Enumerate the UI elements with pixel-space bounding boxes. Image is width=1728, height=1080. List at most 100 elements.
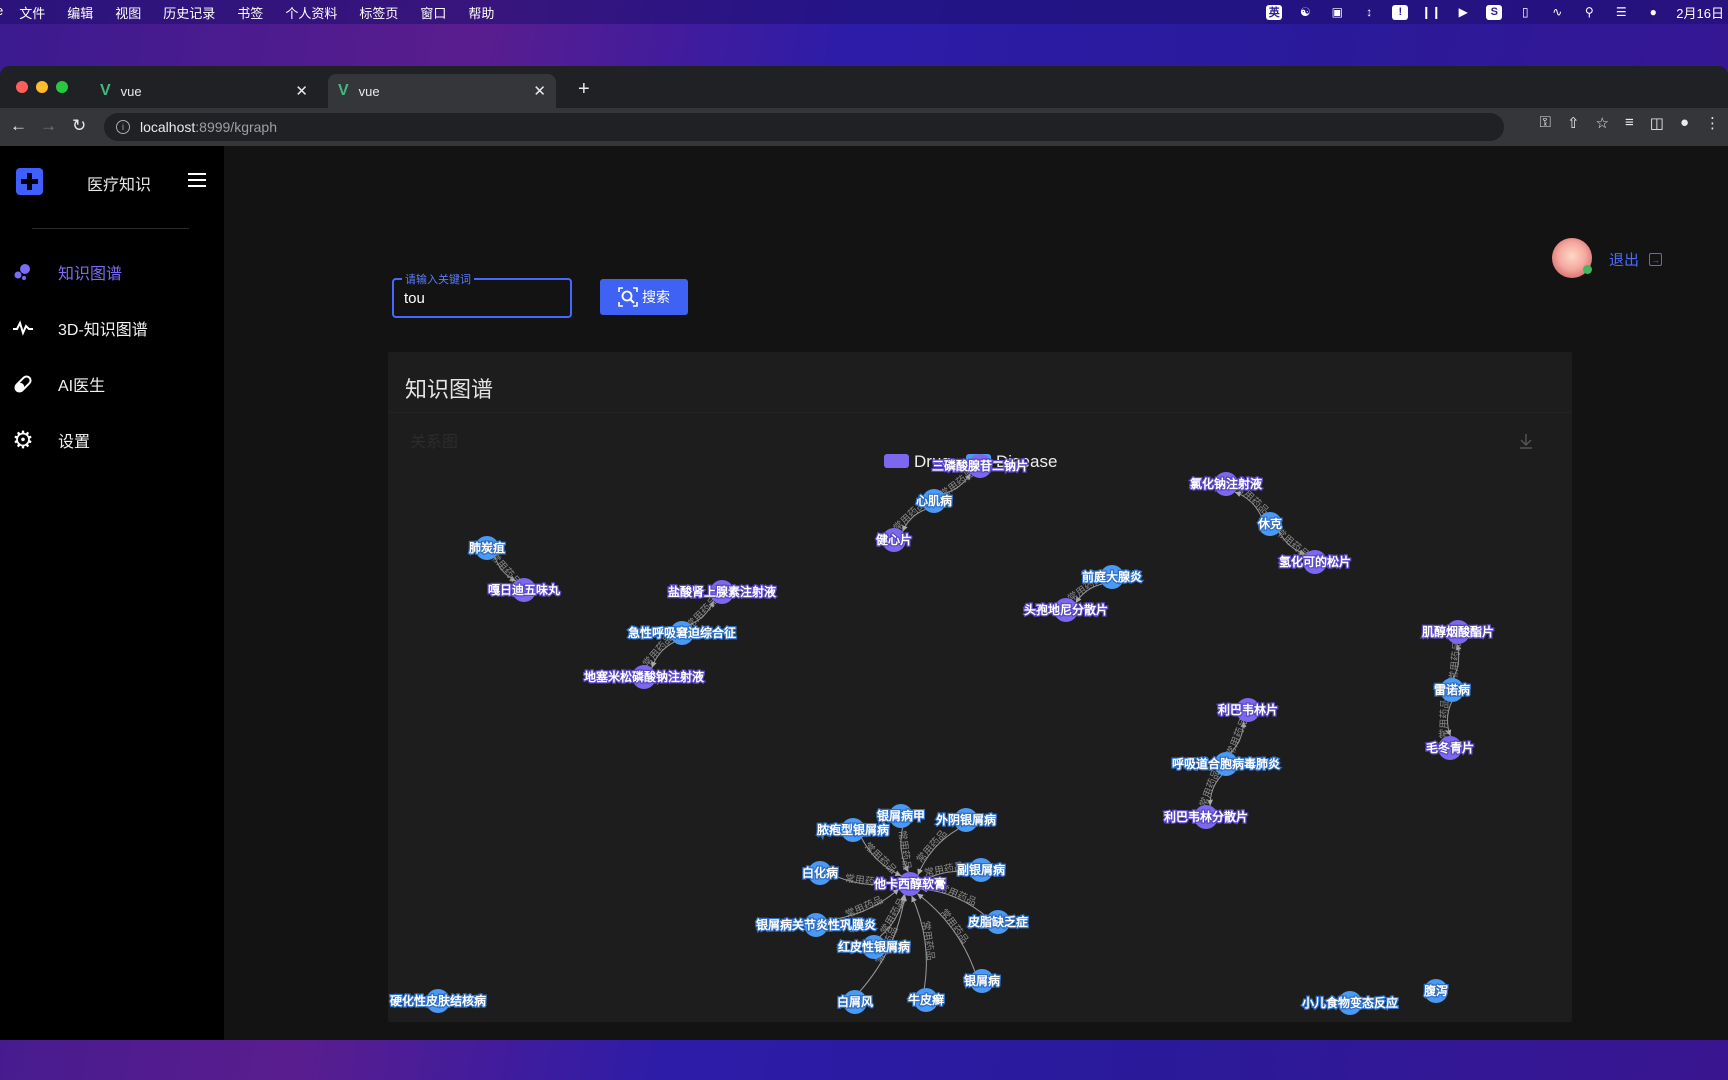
graph-node-drug[interactable]: 头孢地尼分散片 bbox=[1023, 598, 1109, 622]
graph-node-disease[interactable]: 呼吸道合胞病毒肺炎 bbox=[1171, 752, 1281, 776]
graph-node-disease[interactable]: 硬化性皮肤结核病 bbox=[389, 989, 487, 1013]
cloud-icon[interactable]: ☯ bbox=[1296, 5, 1314, 19]
keyword-search-field[interactable]: 请输入关键词 bbox=[392, 271, 572, 318]
menubar-item[interactable]: 文件 bbox=[19, 3, 45, 22]
graph-node-drug[interactable]: 肌醇烟酸酯片 bbox=[1420, 620, 1495, 644]
node-label: 红皮性银屑病 bbox=[838, 939, 910, 954]
node-label: 呼吸道合胞病毒肺炎 bbox=[1172, 756, 1280, 771]
control-center-icon[interactable]: ☰ bbox=[1612, 5, 1630, 19]
edge-label: 常用药品 bbox=[1223, 716, 1250, 758]
side-panel-icon[interactable]: ◫ bbox=[1650, 114, 1664, 132]
graph-node-disease[interactable]: 小儿食物变态反应 bbox=[1301, 991, 1399, 1015]
sidebar-item-label: AI医生 bbox=[58, 378, 106, 395]
url-host: localhost bbox=[140, 119, 196, 135]
graph-node-drug[interactable]: 利巴韦林分散片 bbox=[1163, 805, 1249, 829]
arrows-vertical-icon[interactable]: ↕ bbox=[1360, 5, 1378, 19]
menubar-item[interactable]: 窗口 bbox=[420, 3, 446, 22]
graph-node-disease[interactable]: 白化病 bbox=[801, 861, 839, 885]
logout-button[interactable]: 退出 → bbox=[1609, 249, 1663, 270]
sidebar-item-3d-graph[interactable]: 3D-知识图谱 bbox=[0, 308, 224, 348]
battery-icon[interactable]: ▯ bbox=[1516, 5, 1534, 19]
card-title: 知识图谱 bbox=[405, 377, 494, 402]
zoom-window-button[interactable] bbox=[56, 81, 68, 93]
profile-icon[interactable]: ● bbox=[1680, 114, 1689, 132]
graph-node-disease[interactable]: 副银屑病 bbox=[956, 858, 1006, 882]
screen-record-icon[interactable]: ▣ bbox=[1328, 5, 1346, 19]
graph-node-drug[interactable]: 健心片 bbox=[875, 528, 913, 552]
airpods-icon[interactable]: ❙❙ bbox=[1421, 5, 1441, 19]
edge-label: 常用药品 bbox=[1437, 699, 1451, 739]
play-icon[interactable]: ▶ bbox=[1454, 5, 1472, 19]
node-label: 小儿食物变态反应 bbox=[1302, 995, 1398, 1010]
siri-icon[interactable]: ● bbox=[1644, 5, 1662, 19]
vue-logo-icon: V bbox=[338, 82, 349, 99]
more-menu-icon[interactable]: ⋮ bbox=[1705, 114, 1720, 132]
graph-node-drug[interactable]: 毛冬青片 bbox=[1425, 736, 1475, 760]
menubar-item[interactable]: 帮助 bbox=[468, 3, 494, 22]
graph-node-disease[interactable]: 牛皮癣 bbox=[907, 988, 945, 1012]
bookmark-star-icon[interactable]: ☆ bbox=[1596, 114, 1609, 132]
search-button[interactable]: 搜索 bbox=[600, 279, 688, 315]
browser-tab-active[interactable]: V vue ✕ bbox=[328, 74, 556, 108]
user-avatar[interactable] bbox=[1552, 238, 1592, 278]
new-tab-button[interactable]: + bbox=[578, 78, 590, 101]
graph-node-drug[interactable]: 氢化可的松片 bbox=[1278, 550, 1352, 574]
graph-node-disease[interactable]: 皮脂缺乏症 bbox=[966, 910, 1029, 934]
graph-node-disease[interactable]: 急性呼吸窘迫综合征 bbox=[627, 621, 737, 645]
sidebar-item-settings[interactable]: ⚙ 设置 bbox=[0, 420, 224, 460]
close-tab-icon[interactable]: ✕ bbox=[295, 82, 308, 100]
back-button[interactable]: ← bbox=[10, 116, 27, 136]
browser-toolbar: ← → ↻ i localhost:8999/kgraph ⚿ ⇧ ☆ ≡ ◫ … bbox=[0, 108, 1728, 146]
menubar-item[interactable]: 视图 bbox=[115, 3, 141, 22]
notice-icon[interactable]: ! bbox=[1392, 4, 1409, 20]
edge-label: 常用药品 bbox=[896, 829, 914, 870]
node-label: 心肌病 bbox=[916, 493, 952, 508]
graph-node-drug[interactable]: 盐酸肾上腺素注射液 bbox=[667, 580, 777, 604]
brand-name: 医疗知识 bbox=[87, 177, 152, 194]
graph-node-drug[interactable]: 地塞米松磷酸钠注射液 bbox=[583, 665, 705, 689]
legend-swatch bbox=[884, 454, 909, 468]
search-field-label: 请输入关键词 bbox=[402, 271, 474, 287]
keyword-search-input[interactable] bbox=[404, 290, 554, 307]
menubar-item[interactable]: 书签 bbox=[237, 3, 263, 22]
graph-node-disease[interactable]: 腹泻 bbox=[1423, 979, 1449, 1003]
menubar-item[interactable]: 标签页 bbox=[359, 3, 398, 22]
close-tab-icon[interactable]: ✕ bbox=[533, 82, 546, 100]
reload-button[interactable]: ↻ bbox=[72, 116, 86, 136]
reading-list-icon[interactable]: ≡ bbox=[1625, 114, 1634, 132]
node-label: 他卡西醇软膏 bbox=[873, 876, 946, 891]
address-bar[interactable]: i localhost:8999/kgraph bbox=[104, 113, 1504, 141]
menubar-item[interactable]: 编辑 bbox=[67, 3, 93, 22]
menubar-item[interactable]: 历史记录 bbox=[163, 3, 215, 22]
menubar-item[interactable]: 个人资料 bbox=[285, 3, 337, 22]
browser-tab[interactable]: V vue ✕ bbox=[90, 74, 318, 108]
node-label: 硬化性皮肤结核病 bbox=[390, 993, 486, 1008]
edge-label: 常用药品 bbox=[1446, 640, 1463, 681]
graph-svg[interactable]: 关系图Drug Disease常用药品常用药品 常用药品常用药品常用药品常用药品常用… bbox=[388, 414, 1572, 1022]
sidebar-item-knowledge-graph[interactable]: 知识图谱 bbox=[0, 252, 224, 292]
graph-node-drug[interactable]: 嘎日迪五味丸 bbox=[487, 578, 562, 602]
hamburger-menu-icon[interactable] bbox=[188, 173, 206, 187]
minimize-window-button[interactable] bbox=[36, 81, 48, 93]
key-icon[interactable]: ⚿ bbox=[1540, 114, 1551, 132]
search-icon[interactable]: ⚲ bbox=[1580, 5, 1598, 19]
close-window-button[interactable] bbox=[16, 81, 28, 93]
app-menu-icon[interactable]: e bbox=[0, 3, 3, 22]
graph-chart[interactable]: 关系图 Drug Disease 常用药品 常用药品 常用药品 常用药品 常用药品 常用药品 常用… bbox=[388, 414, 1572, 1022]
node-label: 雷诺病 bbox=[1434, 682, 1470, 697]
save-image-icon[interactable] bbox=[1520, 434, 1532, 449]
graph-node-disease[interactable]: 白屑风 bbox=[836, 990, 874, 1014]
graph-node-drug[interactable]: 利巴韦林片 bbox=[1217, 698, 1279, 722]
wifi-icon[interactable]: ∿ bbox=[1548, 5, 1566, 19]
s-app-icon[interactable]: S bbox=[1486, 4, 1503, 20]
node-label: 氯化钠注射液 bbox=[1190, 476, 1262, 491]
input-method-icon[interactable]: 英 bbox=[1266, 4, 1283, 20]
graph-node-disease[interactable]: 雷诺病 bbox=[1433, 678, 1471, 702]
graph-node-disease[interactable]: 红皮性银屑病 bbox=[837, 935, 911, 959]
graph-node-disease[interactable]: 银屑病 bbox=[963, 969, 1001, 993]
forward-button[interactable]: → bbox=[40, 116, 57, 136]
graph-node-disease[interactable]: 外阴银屑病 bbox=[935, 808, 997, 832]
share-icon[interactable]: ⇧ bbox=[1567, 114, 1580, 132]
sidebar-item-ai-doctor[interactable]: AI医生 bbox=[0, 364, 224, 404]
site-info-icon[interactable]: i bbox=[116, 120, 130, 134]
